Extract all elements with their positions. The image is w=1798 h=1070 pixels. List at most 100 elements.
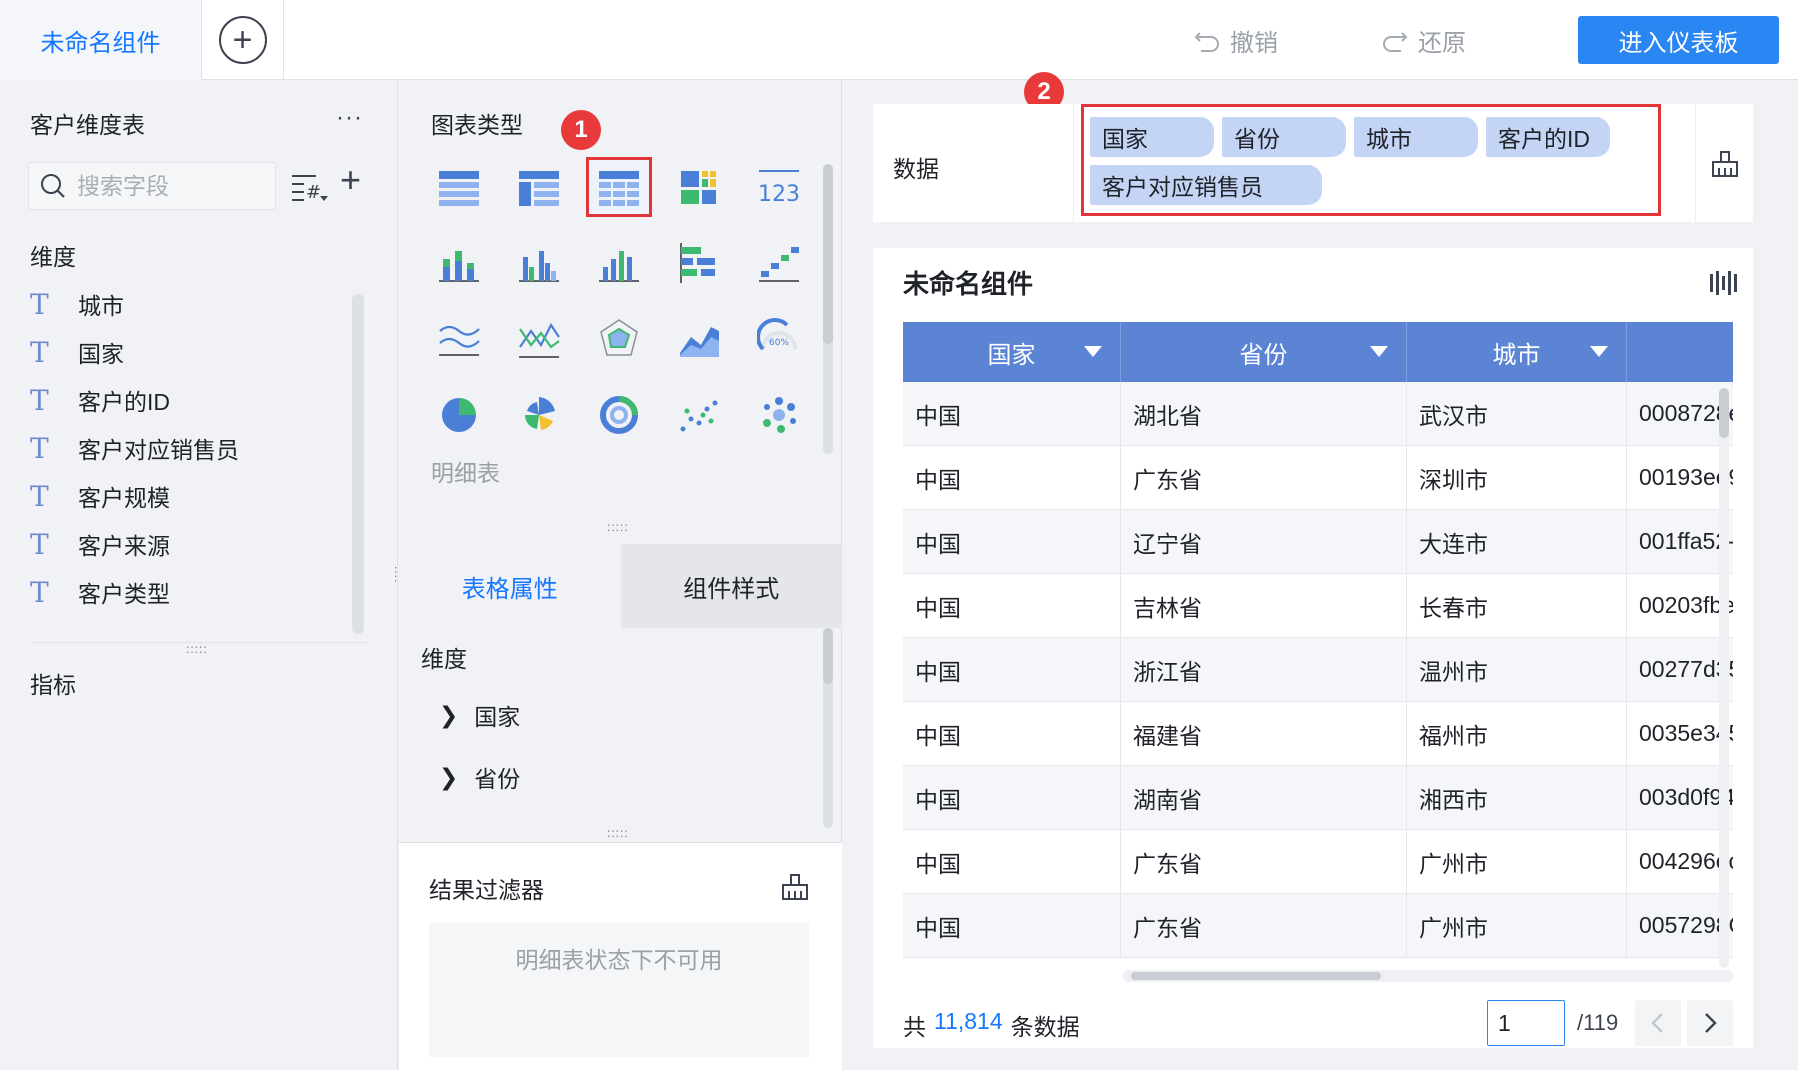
component-title: 未命名组件 bbox=[903, 269, 1034, 299]
add-component-button[interactable]: + bbox=[202, 0, 284, 80]
field-list-scrollbar[interactable] bbox=[352, 294, 364, 634]
stacked-bar-icon[interactable] bbox=[429, 236, 489, 290]
detail-table-icon[interactable] bbox=[586, 157, 652, 217]
table-row[interactable]: 中国 吉林省 长春市 00203fbe bbox=[903, 574, 1733, 638]
donut-chart-icon[interactable] bbox=[589, 388, 649, 442]
divider bbox=[1073, 104, 1074, 222]
scroll-thumb[interactable] bbox=[1719, 388, 1729, 438]
field-item[interactable]: T 客户来源 bbox=[30, 520, 350, 568]
scatter-icon[interactable] bbox=[669, 388, 729, 442]
undo-label: 撤销 bbox=[1230, 29, 1278, 57]
table-row[interactable]: 中国 广东省 广州市 004296ec bbox=[903, 830, 1733, 894]
dimension-row-label: 国家 bbox=[474, 704, 521, 730]
radar-icon[interactable] bbox=[589, 312, 649, 366]
dimension-row-label: 省份 bbox=[474, 766, 521, 792]
clear-icon[interactable] bbox=[779, 871, 811, 903]
tab-component-style[interactable]: 组件样式 bbox=[620, 544, 842, 628]
count-suffix: 条数据 bbox=[1010, 1014, 1080, 1040]
resize-handle[interactable]: ::::: bbox=[607, 520, 629, 534]
add-field-icon[interactable]: + bbox=[340, 162, 361, 198]
column-header[interactable]: 省份 bbox=[1121, 322, 1407, 382]
grouped-bar-icon[interactable] bbox=[509, 236, 569, 290]
field-item[interactable]: T 国家 bbox=[30, 328, 350, 376]
step-chart-icon[interactable] bbox=[749, 236, 809, 290]
area-chart-icon[interactable] bbox=[669, 312, 729, 366]
kpi-number-text: 123 bbox=[758, 182, 800, 207]
line-chart-icon[interactable] bbox=[509, 312, 569, 366]
column-header[interactable] bbox=[1627, 322, 1733, 382]
preview-panel: 2 数据 国家 省份 城市 客户的ID 客户对应销售员 未命名组件 国家 省份 城市 中国湖… bbox=[843, 72, 1798, 1070]
clear-icon[interactable] bbox=[1709, 148, 1741, 180]
cross-table-icon[interactable] bbox=[509, 160, 569, 214]
table-row[interactable]: 中国广东省广州市0057298C bbox=[903, 894, 1733, 958]
undo-icon bbox=[1194, 32, 1219, 52]
field-pill[interactable]: 客户的ID bbox=[1486, 117, 1610, 157]
table-row[interactable]: 中国 浙江省 温州市 00277d35 bbox=[903, 638, 1733, 702]
dimension-row-province[interactable]: ❯ 省份 bbox=[439, 760, 520, 794]
table-vertical-scrollbar[interactable] bbox=[1719, 388, 1729, 968]
tab-table-properties[interactable]: 表格属性 bbox=[399, 544, 621, 628]
field-pill[interactable]: 城市 bbox=[1354, 117, 1478, 157]
dataset-title: 客户维度表 bbox=[30, 112, 145, 138]
field-item[interactable]: T 客户对应销售员 bbox=[30, 424, 350, 472]
search-icon bbox=[41, 174, 65, 198]
field-item[interactable]: T 客户规模 bbox=[30, 472, 350, 520]
field-item[interactable]: T 客户类型 bbox=[30, 568, 350, 616]
gauge-icon[interactable]: 60% bbox=[749, 312, 809, 366]
next-page-button[interactable] bbox=[1687, 1000, 1733, 1046]
field-search bbox=[28, 162, 276, 210]
field-item[interactable]: T 城市 bbox=[30, 280, 350, 328]
table-row[interactable]: 中国 湖北省 武汉市 0008728e bbox=[903, 382, 1733, 446]
tab-untitled-component[interactable]: 未命名组件 bbox=[0, 0, 202, 80]
horizontal-bar-icon[interactable] bbox=[669, 236, 729, 290]
enter-dashboard-button[interactable]: 进入仪表板 bbox=[1578, 16, 1779, 64]
page-number-input[interactable] bbox=[1487, 1000, 1565, 1046]
field-pill[interactable]: 客户对应销售员 bbox=[1090, 165, 1322, 205]
field-pill[interactable]: 省份 bbox=[1222, 117, 1346, 157]
column-header[interactable]: 国家 bbox=[903, 322, 1121, 382]
prev-page-button[interactable] bbox=[1635, 1000, 1681, 1046]
bar-chart-icon[interactable] bbox=[589, 236, 649, 290]
filter-empty-state: 明细表状态下不可用 bbox=[429, 923, 809, 1057]
field-item[interactable]: T 客户的ID bbox=[30, 376, 350, 424]
resize-handle[interactable]: ::::: bbox=[186, 642, 208, 656]
dimension-row-country[interactable]: ❯ 国家 bbox=[439, 698, 520, 732]
chart-grid-scrollbar[interactable] bbox=[823, 164, 833, 454]
sort-caret-icon[interactable] bbox=[1590, 346, 1608, 357]
table-horizontal-scrollbar[interactable] bbox=[1123, 970, 1733, 982]
column-header[interactable]: 城市 bbox=[1407, 322, 1627, 382]
bubble-icon[interactable] bbox=[749, 388, 809, 442]
selected-fields-area[interactable]: 国家 省份 城市 客户的ID 客户对应销售员 bbox=[1081, 104, 1661, 216]
table-row[interactable]: 中国 湖南省 湘西市 003d0f94 bbox=[903, 766, 1733, 830]
column-header-label: 城市 bbox=[1492, 341, 1541, 369]
table-row[interactable]: 中国 广东省 深圳市 00193ee9 bbox=[903, 446, 1733, 510]
table-header: 国家 省份 城市 bbox=[903, 322, 1733, 382]
undo-button[interactable]: 撤销 bbox=[1192, 20, 1278, 60]
kpi-number-icon[interactable]: 123 bbox=[749, 160, 809, 214]
column-settings-icon[interactable] bbox=[1709, 270, 1739, 296]
table-cell: 福建省 bbox=[1121, 702, 1407, 765]
sort-caret-icon[interactable] bbox=[1370, 346, 1388, 357]
redo-button[interactable]: 还原 bbox=[1380, 20, 1466, 60]
properties-scrollbar[interactable] bbox=[823, 628, 833, 828]
color-block-icon[interactable] bbox=[669, 160, 729, 214]
resize-handle[interactable]: ::::: bbox=[607, 826, 629, 840]
more-icon[interactable]: ··· bbox=[336, 104, 363, 132]
search-input[interactable] bbox=[77, 172, 267, 200]
pie-chart-icon[interactable] bbox=[429, 388, 489, 442]
rose-chart-icon[interactable] bbox=[509, 388, 569, 442]
table-row[interactable]: 中国 福建省 福州市 0035e345 bbox=[903, 702, 1733, 766]
table-cell: 中国 bbox=[903, 702, 1121, 765]
gauge-value-text: 60% bbox=[769, 338, 789, 348]
measure-section-label: 指标 bbox=[30, 672, 76, 698]
table-cell: 广东省 bbox=[1121, 830, 1407, 893]
table-row[interactable]: 中国 辽宁省 大连市 001ffa52- bbox=[903, 510, 1733, 574]
group-table-icon[interactable] bbox=[429, 160, 489, 214]
sort-caret-icon[interactable] bbox=[1084, 346, 1102, 357]
redo-label: 还原 bbox=[1418, 29, 1466, 57]
multi-line-icon[interactable] bbox=[429, 312, 489, 366]
scroll-thumb[interactable] bbox=[1131, 972, 1381, 980]
table-cell: 0008728e bbox=[1627, 382, 1733, 445]
field-pill[interactable]: 国家 bbox=[1090, 117, 1214, 157]
field-filter-icon[interactable]: # bbox=[290, 170, 332, 206]
